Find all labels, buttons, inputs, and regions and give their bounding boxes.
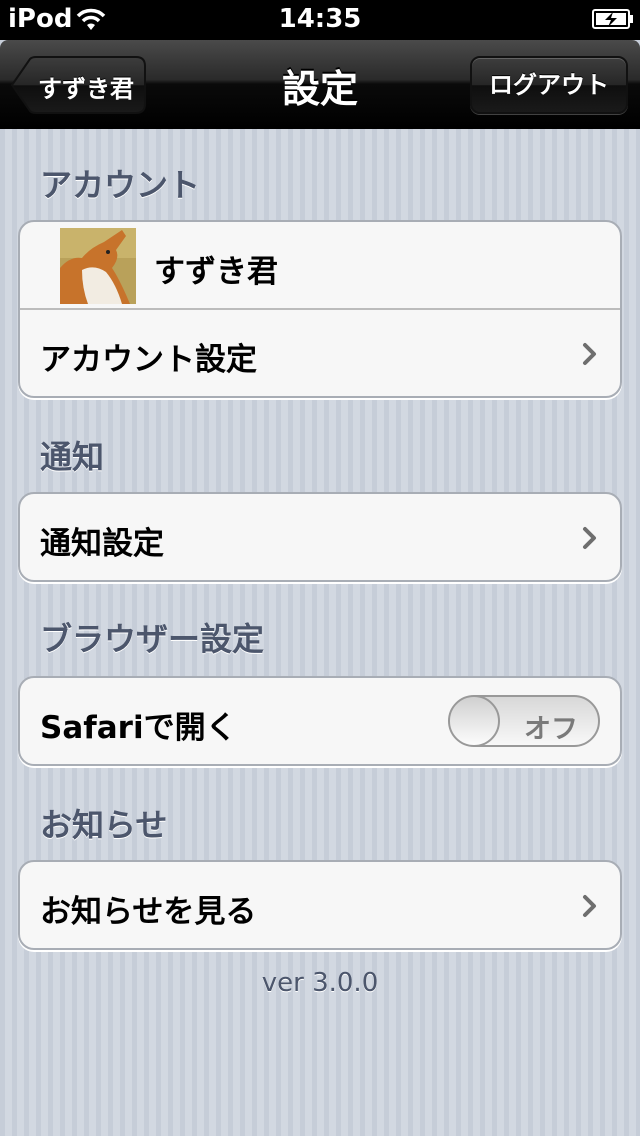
notification-settings-cell[interactable]: 通知設定 — [20, 494, 620, 580]
account-group: すずき君 アカウント設定 — [18, 220, 622, 398]
open-in-safari-toggle[interactable]: オフ — [448, 695, 600, 747]
view-news-label: お知らせを見る — [40, 894, 257, 930]
chevron-right-icon — [583, 343, 596, 365]
news-group: お知らせを見る — [18, 860, 622, 950]
logout-button[interactable]: ログアウト — [470, 56, 628, 114]
account-settings-cell[interactable]: アカウント設定 — [20, 308, 620, 396]
open-in-safari-cell: Safariで開く オフ — [20, 678, 620, 764]
account-profile-cell: すずき君 — [20, 222, 620, 308]
battery-charging-icon — [592, 9, 633, 29]
status-bar: iPod 14:35 — [0, 0, 640, 40]
chevron-right-icon — [583, 527, 596, 549]
account-user-name: すずき君 — [154, 254, 278, 290]
status-time: 14:35 — [278, 4, 362, 34]
view-news-cell[interactable]: お知らせを見る — [20, 862, 620, 948]
toggle-state-label: オフ — [524, 714, 578, 745]
account-settings-label: アカウント設定 — [40, 342, 257, 378]
chevron-right-icon — [583, 895, 596, 917]
open-in-safari-label: Safariで開く — [40, 710, 237, 746]
notification-settings-label: 通知設定 — [40, 526, 164, 562]
navigation-bar: すずき君 設定 ログアウト — [0, 40, 640, 129]
version-label: ver 3.0.0 — [261, 968, 379, 998]
section-header-account: アカウント — [40, 166, 201, 204]
avatar — [60, 228, 136, 304]
toggle-knob[interactable] — [450, 697, 500, 745]
section-header-browser: ブラウザー設定 — [40, 620, 265, 658]
notification-group: 通知設定 — [18, 492, 622, 582]
section-header-notification: 通知 — [40, 438, 105, 476]
browser-group: Safariで開く オフ — [18, 676, 622, 766]
section-header-news: お知らせ — [40, 806, 168, 844]
